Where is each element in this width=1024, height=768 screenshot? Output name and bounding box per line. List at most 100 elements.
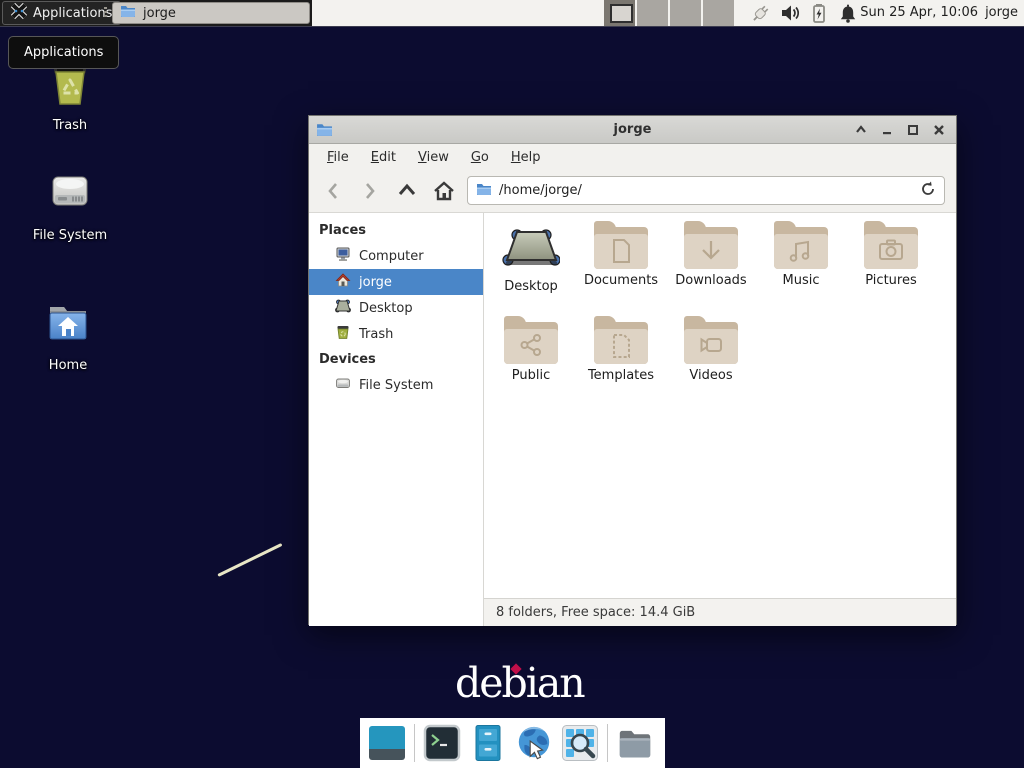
file-item-music[interactable]: Music [756,221,846,313]
window-body: Places Computer [309,213,956,626]
workspace-1[interactable] [604,0,637,26]
taskbar-window-button[interactable]: jorge [112,2,310,24]
volume-icon[interactable] [779,2,801,24]
terminal-icon[interactable] [423,723,461,763]
hard-drive-icon [45,168,95,222]
show-desktop-icon[interactable] [368,723,406,763]
window-controls [854,116,946,143]
sidebar-item-label: File System [359,378,433,393]
menu-file[interactable]: File [317,147,359,168]
desktop-screen: Applications jorge [0,0,1024,768]
desktop-icon-label: File System [33,228,107,243]
file-label: Desktop [504,279,558,294]
applications-menu-label: Applications [33,6,112,21]
folder-documents-icon [594,221,648,269]
back-button[interactable] [319,177,347,205]
desktop-icon-label: Home [49,358,87,373]
battery-charging-icon[interactable] [808,2,830,24]
file-cabinet-icon[interactable] [469,723,507,763]
file-label: Public [512,368,550,383]
file-label: Music [783,273,820,288]
hard-drive-icon [335,375,351,395]
sidebar-item-label: Desktop [359,301,413,316]
sidebar-item-desktop[interactable]: Desktop [309,295,483,321]
workspace-3[interactable] [670,0,703,26]
file-manager-window: jorge File Edit View Go Help [308,115,957,625]
folder-templates-icon [594,316,648,364]
trash-icon [335,324,351,344]
statusbar-text: 8 folders, Free space: 14.4 GiB [496,605,695,620]
folder-icon [120,3,136,23]
desktop-icon-file-system[interactable]: File System [22,168,118,243]
folder-videos-icon [684,316,738,364]
sidebar: Places Computer [309,213,484,626]
power-plug-icon[interactable] [750,2,772,24]
home-button[interactable] [430,177,458,205]
titlebar[interactable]: jorge [309,116,956,144]
desktop-icon-home[interactable]: Home [20,298,116,373]
file-item-videos[interactable]: Videos [666,316,756,408]
workspace-4[interactable] [703,0,736,26]
menubar: File Edit View Go Help [309,144,956,170]
home-folder-icon [43,298,93,352]
shade-button[interactable] [854,123,868,137]
file-item-desktop[interactable]: Desktop [486,221,576,313]
app-finder-icon[interactable] [561,723,599,763]
dock-separator [414,724,415,762]
folder-pictures-icon [864,221,918,269]
workspace-switcher [604,0,736,26]
menu-edit[interactable]: Edit [361,147,406,168]
statusbar: 8 folders, Free space: 14.4 GiB [484,598,956,626]
file-manager-folder-icon[interactable] [616,723,654,763]
debian-wordmark: debian [455,660,575,710]
x-logo-icon [11,3,27,23]
folder-music-icon [774,221,828,269]
sidebar-item-label: jorge [359,275,392,290]
sidebar-item-computer[interactable]: Computer [309,243,483,269]
sidebar-item-label: Trash [359,327,393,342]
dock-separator [607,724,608,762]
panel-grip-handle[interactable] [104,7,107,17]
desktop-icon-label: Trash [53,118,87,133]
web-browser-icon[interactable] [515,723,553,763]
path-bar[interactable]: /home/jorge/ [467,176,945,205]
panel-username[interactable]: jorge [985,0,1018,26]
file-item-public[interactable]: Public [486,316,576,408]
file-item-documents[interactable]: Documents [576,221,666,313]
file-item-downloads[interactable]: Downloads [666,221,756,313]
file-label: Documents [584,273,658,288]
sidebar-item-trash[interactable]: Trash [309,321,483,347]
dock [360,718,665,768]
workspace-2[interactable] [637,0,670,26]
reload-icon[interactable] [920,181,936,201]
file-label: Videos [689,368,732,383]
sidebar-item-label: Computer [359,249,424,264]
icon-view[interactable]: Desktop Documents [484,213,956,598]
maximize-button[interactable] [906,123,920,137]
menu-help[interactable]: Help [501,147,551,168]
desktop-icon-trash[interactable]: Trash [22,58,118,133]
forward-button[interactable] [356,177,384,205]
sidebar-item-file-system[interactable]: File System [309,372,483,398]
tooltip-text: Applications [24,45,103,60]
panel-clock[interactable]: Sun 25 Apr, 10:06 [860,0,978,26]
sidebar-header-devices: Devices [309,347,483,372]
menu-view[interactable]: View [408,147,459,168]
system-tray [750,2,859,24]
desktop-icon [335,298,351,318]
file-item-templates[interactable]: Templates [576,316,666,408]
path-value[interactable]: /home/jorge/ [499,183,913,198]
desktop-special-icon [502,227,560,275]
sidebar-item-jorge[interactable]: jorge [309,269,483,295]
applications-tooltip: Applications [8,36,119,69]
menu-go[interactable]: Go [461,147,499,168]
minimize-button[interactable] [880,123,894,137]
user-home-icon [335,272,351,292]
wallpaper-line-artifact [217,543,282,577]
file-label: Templates [588,368,654,383]
notifications-bell-icon[interactable] [837,2,859,24]
close-button[interactable] [932,123,946,137]
up-button[interactable] [393,177,421,205]
file-item-pictures[interactable]: Pictures [846,221,936,313]
file-label: Pictures [865,273,916,288]
